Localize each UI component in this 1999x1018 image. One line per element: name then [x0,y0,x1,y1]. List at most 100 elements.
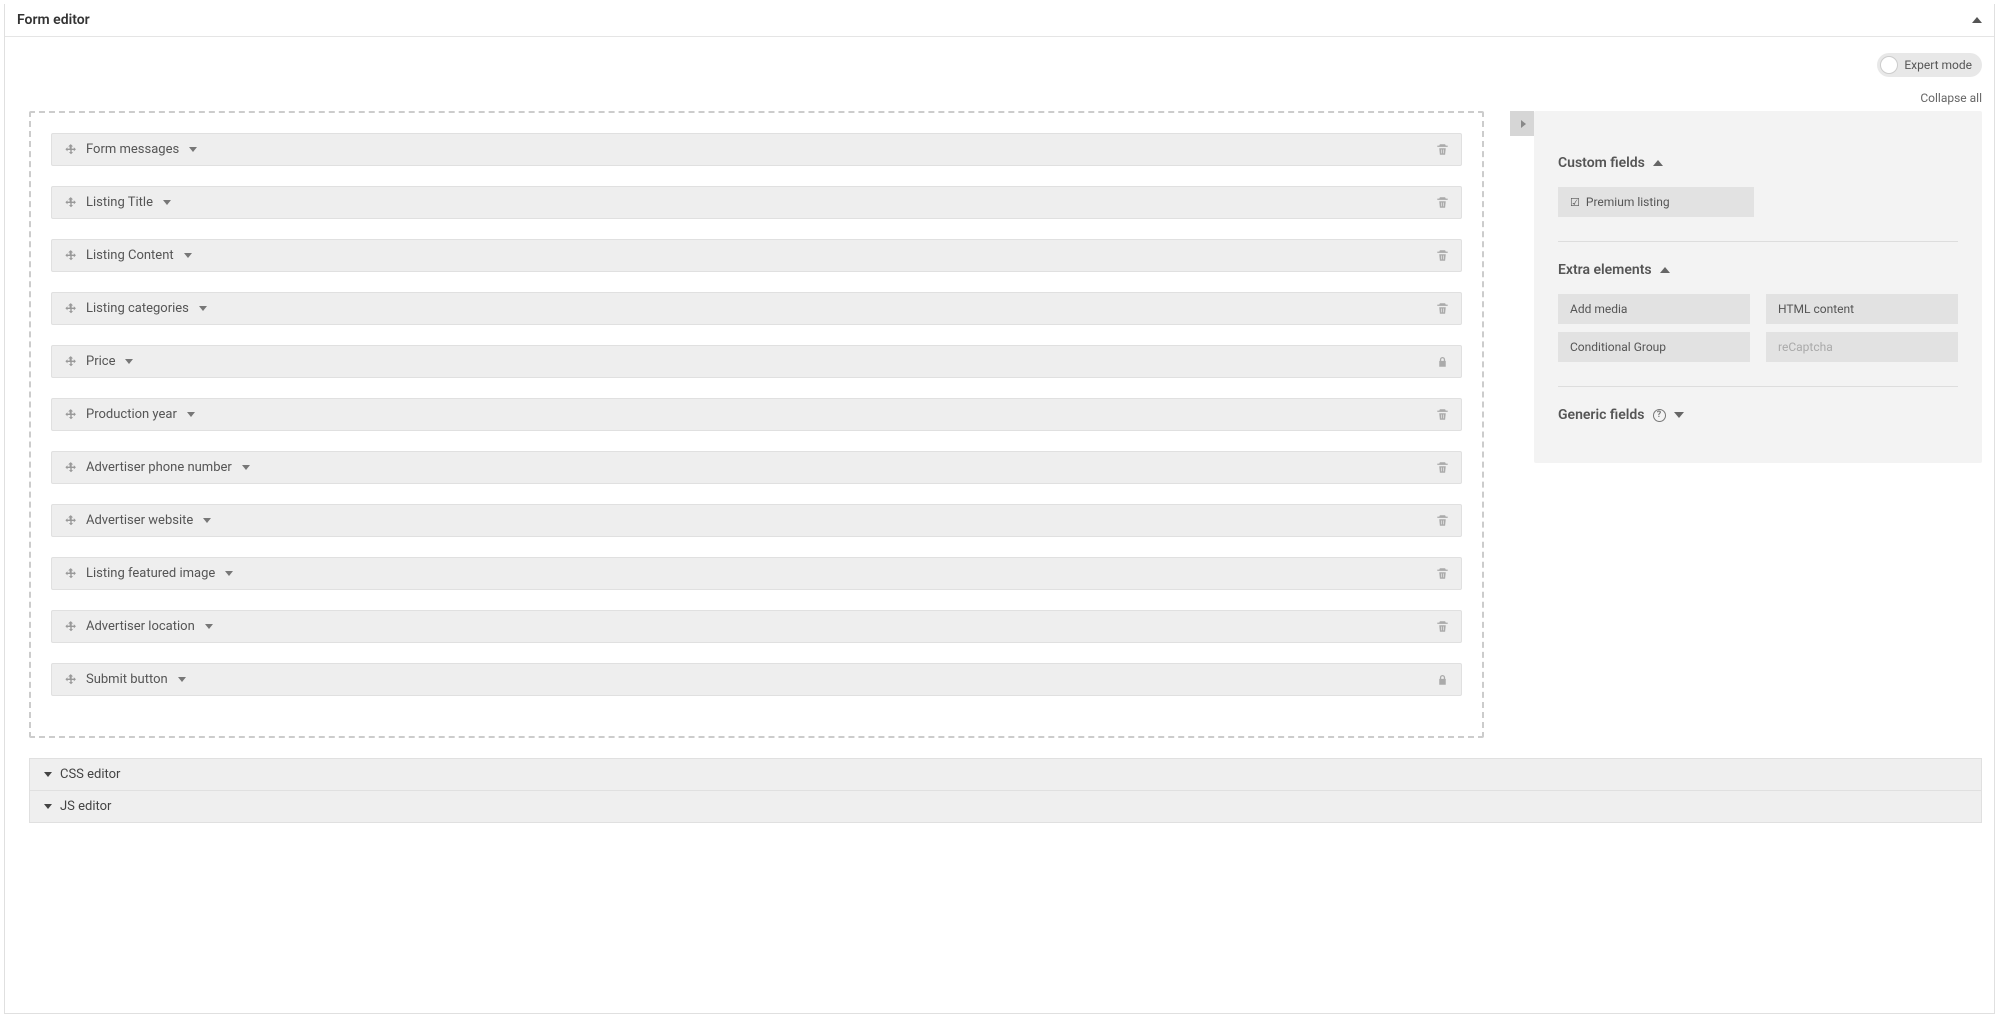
field-label: Advertiser phone number [86,460,232,475]
drag-handle-icon[interactable] [64,408,78,422]
extra-elements-header[interactable]: Extra elements [1558,262,1958,278]
divider [1558,386,1958,387]
field-row[interactable]: Listing featured image [51,557,1462,590]
caret-down-icon[interactable] [163,200,171,205]
field-row[interactable]: Form messages [51,133,1462,166]
pill-label: Conditional Group [1570,340,1666,354]
custom-fields-list: ☑ Premium listing [1558,187,1958,217]
drag-handle-icon[interactable] [64,249,78,263]
expert-mode-toggle[interactable]: Expert mode [1877,53,1982,77]
field-label: Listing Content [86,248,174,263]
drag-handle-icon[interactable] [64,196,78,210]
field-row[interactable]: Advertiser phone number [51,451,1462,484]
js-editor-row[interactable]: JS editor [29,790,1982,823]
caret-down-icon[interactable] [225,571,233,576]
delete-button[interactable] [1436,302,1449,315]
css-editor-row[interactable]: CSS editor [29,758,1982,791]
caret-down-icon[interactable] [242,465,250,470]
caret-down-icon [44,772,52,777]
drag-handle-icon[interactable] [64,302,78,316]
drag-handle-icon[interactable] [64,567,78,581]
panel-collapse-icon[interactable] [1972,17,1982,23]
field-label: Listing categories [86,301,189,316]
drag-handle-icon[interactable] [64,620,78,634]
pill-recaptcha[interactable]: reCaptcha [1766,332,1958,362]
generic-fields-title: Generic fields [1558,407,1645,423]
extra-elements-title: Extra elements [1558,262,1652,278]
caret-down-icon[interactable] [187,412,195,417]
field-row[interactable]: Advertiser location [51,610,1462,643]
field-label: Production year [86,407,177,422]
lock-icon [1436,673,1449,686]
delete-button[interactable] [1436,514,1449,527]
drag-handle-icon[interactable] [64,143,78,157]
pill-conditional-group[interactable]: Conditional Group [1558,332,1750,362]
checkbox-icon: ☑ [1570,196,1580,209]
panel-header: Form editor [5,4,1994,37]
lock-icon [1436,355,1449,368]
field-row[interactable]: Listing categories [51,292,1462,325]
caret-down-icon[interactable] [178,677,186,682]
drag-handle-icon[interactable] [64,461,78,475]
delete-button[interactable] [1436,249,1449,262]
custom-fields-header[interactable]: Custom fields [1558,155,1958,171]
delete-button[interactable] [1436,143,1449,156]
field-label: Advertiser location [86,619,195,634]
js-editor-label: JS editor [60,799,111,814]
pill-label: Add media [1570,302,1627,316]
form-editor-panel: Form editor Expert mode Collapse all For… [4,4,1995,1014]
collapse-all-row: Collapse all [5,81,1994,111]
field-label: Form messages [86,142,179,157]
drag-handle-icon[interactable] [64,355,78,369]
delete-button[interactable] [1436,196,1449,209]
pill-label: HTML content [1778,302,1854,316]
field-row[interactable]: Submit button [51,663,1462,696]
pill-label: Premium listing [1586,195,1670,209]
pill-html-content[interactable]: HTML content [1766,294,1958,324]
editor-body: Form messages Listing Title Listing Conten… [5,111,1994,758]
caret-down-icon[interactable] [125,359,133,364]
drag-handle-icon[interactable] [64,514,78,528]
help-icon[interactable]: ? [1653,409,1666,422]
caret-down-icon[interactable] [203,518,211,523]
delete-button[interactable] [1436,461,1449,474]
delete-button[interactable] [1436,620,1449,633]
form-canvas[interactable]: Form messages Listing Title Listing Conten… [29,111,1484,738]
panel-title: Form editor [17,12,90,28]
caret-down-icon[interactable] [184,253,192,258]
caret-down-icon[interactable] [199,306,207,311]
field-label: Listing featured image [86,566,215,581]
pill-premium-listing[interactable]: ☑ Premium listing [1558,187,1754,217]
toggle-knob [1880,56,1898,74]
pill-label: reCaptcha [1778,340,1833,354]
field-label: Submit button [86,672,168,687]
caret-down-icon[interactable] [205,624,213,629]
chevron-up-icon [1660,267,1670,273]
chevron-up-icon [1653,160,1663,166]
elements-sidebar: Custom fields ☑ Premium listing Extra el… [1534,111,1982,463]
css-editor-label: CSS editor [60,767,120,782]
field-label: Listing Title [86,195,153,210]
collapse-all-link[interactable]: Collapse all [1920,91,1982,105]
generic-fields-header[interactable]: Generic fields ? [1558,407,1958,423]
delete-button[interactable] [1436,408,1449,421]
drag-handle-icon[interactable] [64,673,78,687]
caret-down-icon[interactable] [189,147,197,152]
pill-add-media[interactable]: Add media [1558,294,1750,324]
custom-fields-title: Custom fields [1558,155,1645,171]
field-row[interactable]: Production year [51,398,1462,431]
field-label: Price [86,354,115,369]
delete-button[interactable] [1436,567,1449,580]
toolbar: Expert mode [5,37,1994,81]
caret-down-icon [44,804,52,809]
field-row[interactable]: Price [51,345,1462,378]
chevron-down-icon [1674,412,1684,418]
field-row[interactable]: Listing Content [51,239,1462,272]
field-label: Advertiser website [86,513,193,528]
divider [1558,241,1958,242]
field-row[interactable]: Advertiser website [51,504,1462,537]
field-row[interactable]: Listing Title [51,186,1462,219]
sidebar-collapse-button[interactable] [1510,111,1534,136]
expert-mode-label: Expert mode [1904,58,1972,72]
extra-elements-list: Add media HTML content Conditional Group… [1558,294,1958,362]
